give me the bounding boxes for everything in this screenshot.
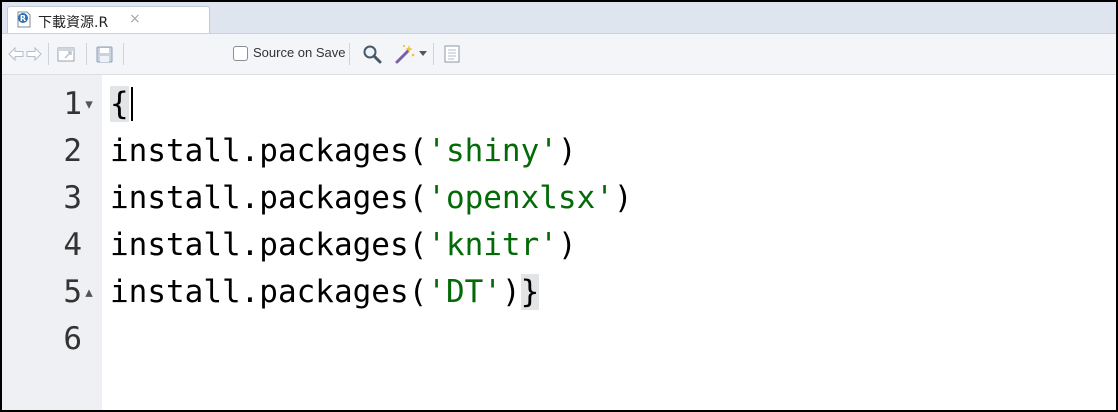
document-outline-icon[interactable] — [444, 45, 460, 63]
code-text[interactable]: install.packages('DT')} — [110, 269, 540, 316]
code-line: 4 install.packages('knitr') — [2, 222, 1116, 269]
code-text[interactable]: install.packages('openxlsx') — [110, 175, 633, 222]
magic-wand-icon[interactable] — [394, 43, 416, 65]
editor-window: R 下載資源.R × Source on Save 1 ▾ {2 instal… — [0, 0, 1118, 412]
close-paren: ) — [557, 133, 577, 169]
line-number: 3 — [63, 180, 82, 216]
tab-close-button[interactable]: × — [129, 11, 141, 27]
fold-toggle-icon[interactable]: ▾ — [82, 81, 96, 128]
chevron-down-icon[interactable] — [419, 51, 427, 57]
code-text[interactable]: install.packages('knitr') — [110, 222, 577, 269]
tab-file[interactable]: R 下載資源.R × — [7, 6, 210, 33]
code-line: 1 ▾ { — [2, 81, 1116, 128]
line-number: 4 — [63, 227, 82, 263]
forward-arrow-icon[interactable] — [26, 46, 42, 62]
close-brace: } — [520, 274, 540, 310]
toolbar-separator — [48, 43, 49, 65]
editor-toolbar: Source on Save — [2, 34, 1116, 75]
tab-title: 下載資源.R — [38, 15, 109, 31]
string-literal: 'shiny' — [427, 133, 558, 169]
line-number: 6 — [63, 321, 82, 357]
fold-toggle-icon[interactable]: ▴ — [82, 269, 96, 316]
line-number: 5 — [63, 274, 82, 310]
show-in-window-icon[interactable] — [57, 45, 77, 63]
function-call: install.packages( — [110, 227, 428, 263]
code-line: 2 install.packages('shiny') — [2, 128, 1116, 175]
function-call: install.packages( — [110, 180, 428, 216]
line-number: 1 — [63, 86, 82, 122]
back-arrow-icon[interactable] — [8, 46, 24, 62]
tab-strip: R 下載資源.R × — [2, 2, 1116, 34]
line-number: 2 — [63, 133, 82, 169]
code-line: 6 — [2, 316, 1116, 363]
toolbar-separator — [433, 43, 434, 65]
code-line: 5 ▴ install.packages('DT')} — [2, 269, 1116, 316]
source-on-save-label: Source on Save — [253, 45, 346, 60]
string-literal: 'DT' — [427, 274, 502, 310]
close-paren: ) — [613, 180, 633, 216]
r-file-icon: R — [17, 11, 31, 28]
svg-text:R: R — [20, 14, 26, 23]
function-call: install.packages( — [110, 133, 428, 169]
code-editor[interactable]: 1 ▾ { 2 install.packages('shiny') 3 inst… — [2, 75, 1116, 410]
code-text[interactable]: { — [110, 81, 133, 128]
close-paren: ) — [501, 274, 521, 310]
string-literal: 'openxlsx' — [427, 180, 614, 216]
search-icon[interactable] — [362, 44, 382, 64]
code-text[interactable]: install.packages('shiny') — [110, 128, 577, 175]
toolbar-separator — [349, 43, 350, 65]
string-literal: 'knitr' — [427, 227, 558, 263]
toolbar-separator — [123, 43, 124, 65]
text-cursor — [130, 86, 133, 121]
source-on-save-checkbox[interactable] — [233, 46, 248, 61]
open-brace: { — [110, 86, 129, 122]
close-paren: ) — [557, 227, 577, 263]
save-icon[interactable] — [96, 46, 113, 63]
function-call: install.packages( — [110, 274, 428, 310]
toolbar-separator — [86, 43, 87, 65]
code-line: 3 install.packages('openxlsx') — [2, 175, 1116, 222]
